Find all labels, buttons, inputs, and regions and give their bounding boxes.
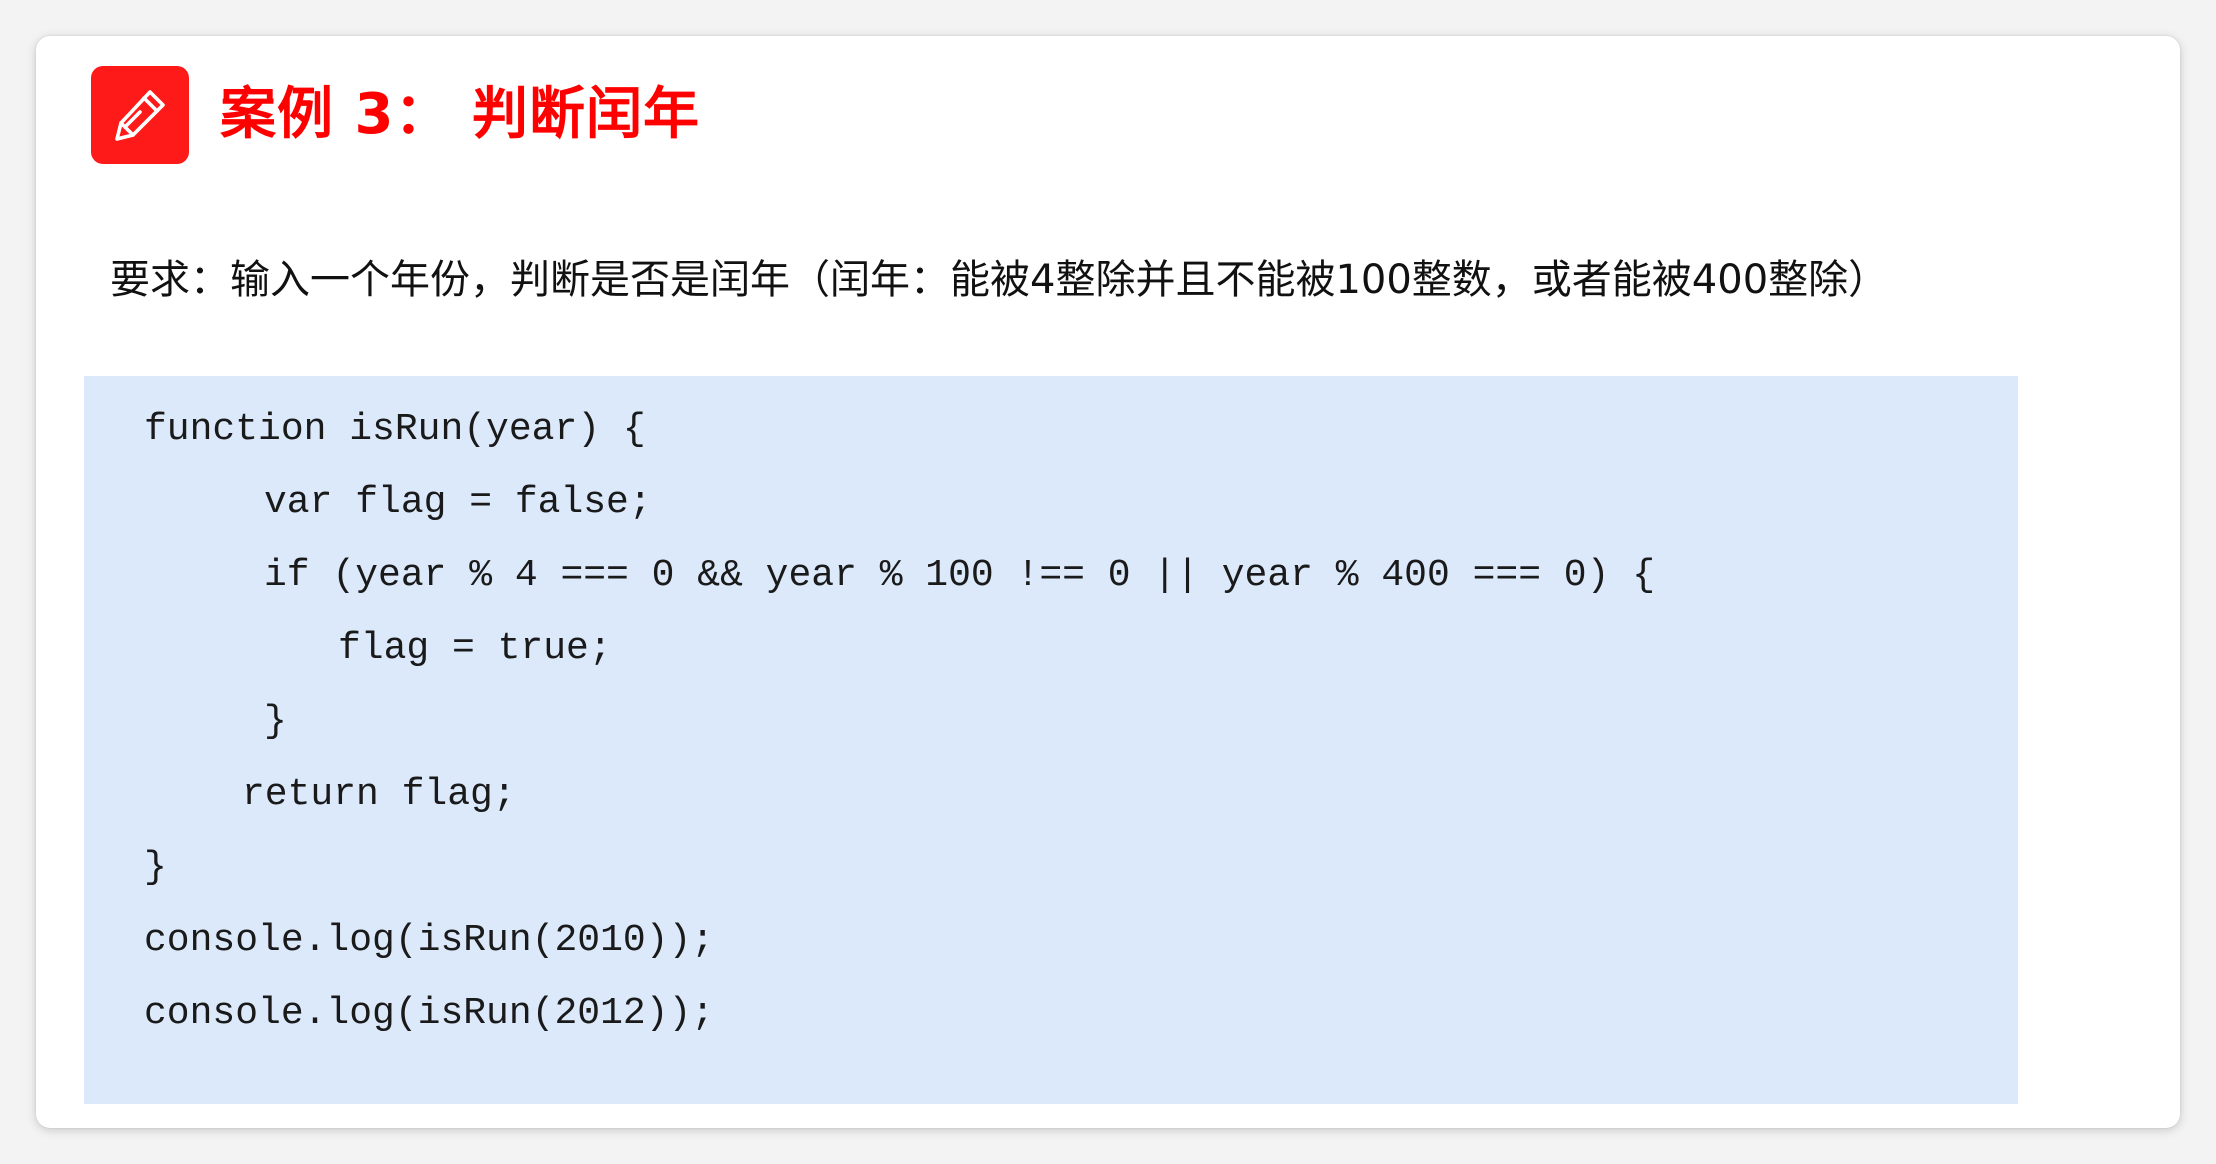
code-line: flag = true; bbox=[338, 627, 612, 670]
code-line: if (year % 4 === 0 && year % 100 !== 0 |… bbox=[264, 554, 1656, 597]
requirement-text: 要求：输入一个年份，判断是否是闰年（闰年：能被4整除并且不能被100整数，或者能… bbox=[110, 257, 1889, 303]
code-line: } bbox=[264, 700, 287, 743]
page-title: 案例 3： 判断闰年 bbox=[220, 82, 700, 147]
code-line: var flag = false; bbox=[264, 481, 652, 524]
code-line: } bbox=[144, 846, 167, 889]
code-line: function isRun(year) { bbox=[144, 408, 646, 451]
pencil-icon bbox=[109, 84, 171, 146]
code-line: console.log(isRun(2010)); bbox=[144, 919, 715, 962]
code-line: console.log(isRun(2012)); bbox=[144, 992, 715, 1035]
document-page: 案例 3： 判断闰年 要求：输入一个年份，判断是否是闰年（闰年：能被4整除并且不… bbox=[36, 36, 2180, 1128]
code-line: return flag; bbox=[242, 773, 516, 816]
code-block: function isRun(year) { var flag = false;… bbox=[84, 376, 2018, 1104]
case-badge bbox=[91, 66, 189, 164]
